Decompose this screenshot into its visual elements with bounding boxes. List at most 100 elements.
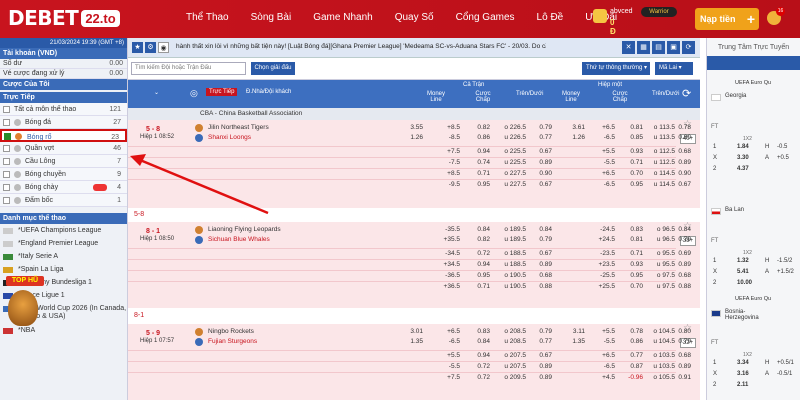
away-team[interactable]: Fujian Sturgeons <box>208 338 257 345</box>
odds-cell[interactable]: 0.90 <box>669 170 691 177</box>
logo[interactable]: DEBET 22.to <box>8 6 120 30</box>
odds-cell[interactable]: 0.67 <box>530 148 552 155</box>
odds-cell[interactable]: 2.11 <box>737 382 748 388</box>
odds-cell[interactable]: 0.89 <box>530 363 552 370</box>
odds-cell[interactable]: 0.88 <box>530 283 552 290</box>
chevron-down-icon[interactable]: ⌄ <box>154 89 159 96</box>
nav-item-fast-games[interactable]: Game Nhanh <box>313 12 372 23</box>
nav-item-lo-de[interactable]: Lô Đề <box>537 12 564 23</box>
grid-icon[interactable]: ▦ <box>637 41 650 54</box>
tab-live[interactable]: Trực Tiếp <box>206 88 238 96</box>
odds-cell[interactable]: -0.5 <box>777 144 787 150</box>
odds-cell[interactable]: 0.68 <box>669 352 691 359</box>
odds-cell[interactable]: 1.32 <box>737 258 749 264</box>
odds-cell[interactable]: 0.90 <box>530 170 552 177</box>
odds-cell[interactable]: -0.5/1 <box>777 371 792 377</box>
close-icon[interactable]: ✕ <box>622 41 635 54</box>
home-team[interactable]: Ningbo Rockets <box>208 328 254 335</box>
odds-cell[interactable]: +0.5 <box>777 155 789 161</box>
odds-cell[interactable]: 0.83 <box>621 226 643 233</box>
odds-cell[interactable]: 0.95 <box>621 181 643 188</box>
nav-item-sports[interactable]: Thể Thao <box>186 12 229 23</box>
odds-cell[interactable]: 0.89 <box>530 159 552 166</box>
line-cell[interactable]: 3.01 <box>401 328 423 335</box>
odds-cell[interactable]: 0.81 <box>621 236 643 243</box>
odds-cell[interactable]: 0.84 <box>669 226 691 233</box>
odds-cell[interactable]: 3.30 <box>737 155 749 161</box>
odds-cell[interactable]: 0.77 <box>621 352 643 359</box>
odds-cell[interactable]: 10.00 <box>737 280 752 286</box>
checkbox[interactable] <box>3 171 10 178</box>
sport-categories-title[interactable]: Danh mục thể thao <box>0 213 127 224</box>
odds-cell[interactable]: 0.94 <box>468 148 490 155</box>
odds-cell[interactable]: 0.68 <box>669 148 691 155</box>
account-title[interactable]: Tài khoản (VND) <box>0 48 127 59</box>
sport-item-boxing[interactable]: Đấm bốc 1 <box>0 194 127 207</box>
bell-icon[interactable]: 16 <box>767 7 785 25</box>
live-center-match[interactable]: Ba Lan FT 1X2 1 1.32 H -1.5/2 X 5.41 A +1.5/2 2 10.0… <box>707 202 800 298</box>
line-cell[interactable]: 1.35 <box>401 338 423 345</box>
live-center-match[interactable]: UEFA Euro Qu Bosnia-Herzegovina FT 1X2 1 3.34… <box>707 296 800 400</box>
checkbox[interactable] <box>3 184 10 191</box>
odds-cell[interactable]: 0.70 <box>621 283 643 290</box>
odds-cell[interactable]: 1.84 <box>737 144 749 150</box>
odds-cell[interactable]: 0.89 <box>669 363 691 370</box>
league-item[interactable]: *Italy Serie A <box>0 250 127 263</box>
odds-cell[interactable]: 0.71 <box>621 250 643 257</box>
odds-cell[interactable]: 0.67 <box>669 181 691 188</box>
odds-cell[interactable]: 0.89 <box>530 261 552 268</box>
odds-format-select[interactable]: Mã Lai ▾ <box>655 62 693 75</box>
search-input[interactable]: Tìm kiếm Đội hoặc Trận Đấu <box>131 62 246 75</box>
live-title[interactable]: Trực Tiếp <box>0 92 127 103</box>
odds-cell[interactable]: 0.72 <box>468 250 490 257</box>
odds-cell[interactable]: 0.89 <box>669 261 691 268</box>
checkbox[interactable] <box>3 145 10 152</box>
settings-icon[interactable]: ⚙ <box>145 42 156 53</box>
odds-cell[interactable]: 0.72 <box>468 374 490 381</box>
odds-cell[interactable]: 0.71 <box>468 283 490 290</box>
odds-cell[interactable]: 0.78 <box>669 124 691 131</box>
odds-cell[interactable]: 3.16 <box>737 371 749 377</box>
sort-select[interactable]: Thứ tự thông thường ▾ <box>582 62 650 75</box>
odds-cell[interactable]: 0.94 <box>468 261 490 268</box>
odds-cell[interactable]: 0.95 <box>468 272 490 279</box>
odds-cell[interactable]: 0.80 <box>669 134 691 141</box>
odds-cell[interactable]: 0.91 <box>669 374 691 381</box>
live-center-match[interactable]: UEFA Euro Qu Georgia FT 1X2 1 1.84 H -0.5 X 3.30 A… <box>707 80 800 184</box>
league-header[interactable]: CBA - China Basketball Association <box>128 108 700 120</box>
nav-item-lottery[interactable]: Quay Số <box>395 12 434 23</box>
odds-cell[interactable]: 0.89 <box>530 374 552 381</box>
line-cell[interactable]: 3.55 <box>401 124 423 131</box>
checkbox[interactable] <box>3 119 10 126</box>
checkbox[interactable] <box>4 133 11 140</box>
odds-cell[interactable]: 0.79 <box>530 328 552 335</box>
checkbox[interactable] <box>3 158 10 165</box>
odds-cell[interactable]: 0.95 <box>468 181 490 188</box>
away-team[interactable]: Shanxi Loongs <box>208 134 251 141</box>
choose-league-button[interactable]: Chọn giải đấu <box>251 62 295 75</box>
expand-icon[interactable]: ▣ <box>667 41 680 54</box>
sport-item-tennis[interactable]: Quần vợt 46 <box>0 142 127 155</box>
home-team[interactable]: Jilin Northeast Tigers <box>208 124 269 131</box>
line-cell[interactable]: 1.26 <box>401 134 423 141</box>
filter-icon[interactable]: ◉ <box>158 42 169 53</box>
odds-cell[interactable]: -1.5/2 <box>777 258 792 264</box>
my-bets-title[interactable]: Cược Của Tôi <box>0 79 127 90</box>
nav-item-game-portal[interactable]: Cổng Games <box>456 12 515 23</box>
odds-cell[interactable]: 0.69 <box>669 250 691 257</box>
odds-cell[interactable]: 0.71 <box>621 159 643 166</box>
star-icon[interactable]: ★ <box>132 42 143 53</box>
odds-cell[interactable]: 4.37 <box>737 166 749 172</box>
odds-cell[interactable]: 0.72 <box>468 363 490 370</box>
sport-item-baseball[interactable]: Bóng chày 4 <box>0 181 127 194</box>
odds-cell[interactable]: 0.89 <box>669 159 691 166</box>
odds-cell[interactable]: 0.71 <box>468 170 490 177</box>
odds-cell[interactable]: 0.85 <box>621 134 643 141</box>
odds-cell[interactable]: 0.74 <box>468 159 490 166</box>
jackpot-widget[interactable]: TOP HŨ <box>2 274 46 344</box>
odds-cell[interactable]: 0.70 <box>621 170 643 177</box>
nav-item-casino[interactable]: Sòng Bài <box>251 12 292 23</box>
odds-cell[interactable]: 0.79 <box>669 236 691 243</box>
odds-cell[interactable]: 0.83 <box>468 328 490 335</box>
odds-cell[interactable]: 0.77 <box>530 134 552 141</box>
